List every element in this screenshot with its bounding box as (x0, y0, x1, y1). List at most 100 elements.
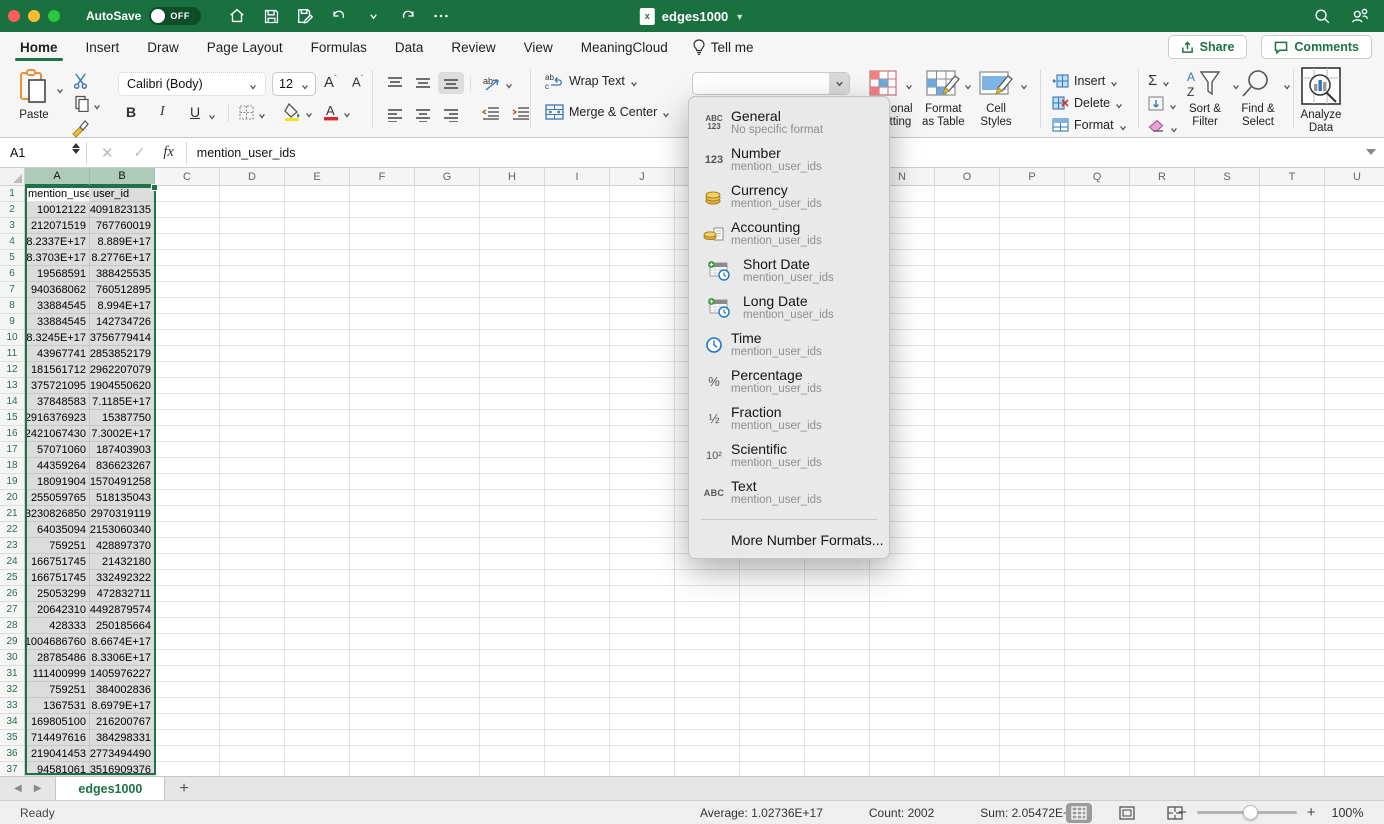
cell-I15[interactable] (545, 410, 610, 426)
cell-S2[interactable] (1195, 202, 1260, 218)
cell-K26[interactable] (675, 586, 740, 602)
column-header-E[interactable]: E (285, 168, 350, 186)
cell-P30[interactable] (1000, 650, 1065, 666)
cell-M35[interactable] (805, 730, 870, 746)
cell-G19[interactable] (415, 474, 480, 490)
home-icon[interactable] (227, 6, 247, 26)
cell-S5[interactable] (1195, 250, 1260, 266)
cell-A33[interactable]: 1367531 (25, 698, 90, 714)
cell-E34[interactable] (285, 714, 350, 730)
cell-D31[interactable] (220, 666, 285, 682)
cell-E37[interactable] (285, 762, 350, 776)
cell-G36[interactable] (415, 746, 480, 762)
cell-Q18[interactable] (1065, 458, 1130, 474)
cell-F18[interactable] (350, 458, 415, 474)
cell-P1[interactable] (1000, 186, 1065, 202)
cell-S14[interactable] (1195, 394, 1260, 410)
name-box[interactable]: A1 (0, 138, 86, 167)
cell-A35[interactable]: 714497616 (25, 730, 90, 746)
close-window-button[interactable] (8, 10, 20, 22)
cell-K28[interactable] (675, 618, 740, 634)
cell-P32[interactable] (1000, 682, 1065, 698)
cell-S32[interactable] (1195, 682, 1260, 698)
align-bottom-button[interactable] (438, 72, 464, 94)
cell-E16[interactable] (285, 426, 350, 442)
cell-B10[interactable]: 3756779414 (90, 330, 155, 346)
cell-C16[interactable] (155, 426, 220, 442)
cell-O5[interactable] (935, 250, 1000, 266)
confirm-entry-icon[interactable]: ✓ (134, 144, 146, 161)
cell-C2[interactable] (155, 202, 220, 218)
cell-U16[interactable] (1325, 426, 1384, 442)
decrease-indent-button[interactable] (482, 106, 500, 123)
cell-U1[interactable] (1325, 186, 1384, 202)
cell-O16[interactable] (935, 426, 1000, 442)
cell-G21[interactable] (415, 506, 480, 522)
add-sheet-button[interactable]: + (179, 780, 188, 798)
cell-B27[interactable]: 4492879574 (90, 602, 155, 618)
cell-Q16[interactable] (1065, 426, 1130, 442)
cell-G8[interactable] (415, 298, 480, 314)
font-name-select[interactable]: Calibri (Body) (118, 72, 266, 96)
cell-C12[interactable] (155, 362, 220, 378)
cell-S33[interactable] (1195, 698, 1260, 714)
cell-D16[interactable] (220, 426, 285, 442)
cell-A28[interactable]: 428333 (25, 618, 90, 634)
conditional-formatting-chevron-icon[interactable] (905, 80, 913, 88)
cell-J30[interactable] (610, 650, 675, 666)
cell-C7[interactable] (155, 282, 220, 298)
cell-R19[interactable] (1130, 474, 1195, 490)
cell-A34[interactable]: 169805100 (25, 714, 90, 730)
cell-N29[interactable] (870, 634, 935, 650)
cell-D36[interactable] (220, 746, 285, 762)
cell-U20[interactable] (1325, 490, 1384, 506)
cell-D34[interactable] (220, 714, 285, 730)
cell-G35[interactable] (415, 730, 480, 746)
cell-S18[interactable] (1195, 458, 1260, 474)
cell-O1[interactable] (935, 186, 1000, 202)
clear-chevron-icon[interactable] (1170, 123, 1178, 131)
cell-A7[interactable]: 940368062 (25, 282, 90, 298)
cell-T30[interactable] (1260, 650, 1325, 666)
fill-button[interactable] (1148, 96, 1177, 111)
insert-chevron-icon[interactable] (1110, 77, 1118, 85)
cell-U6[interactable] (1325, 266, 1384, 282)
underline-chevron-icon[interactable] (208, 110, 216, 118)
cell-P29[interactable] (1000, 634, 1065, 650)
cell-Q35[interactable] (1065, 730, 1130, 746)
save-icon[interactable] (261, 6, 281, 26)
cell-Q4[interactable] (1065, 234, 1130, 250)
cell-J8[interactable] (610, 298, 675, 314)
cell-B21[interactable]: 2970319119 (90, 506, 155, 522)
format-menu-item-short-date[interactable]: Short Datemention_user_ids (689, 252, 889, 289)
cell-O2[interactable] (935, 202, 1000, 218)
cell-S11[interactable] (1195, 346, 1260, 362)
cell-Q17[interactable] (1065, 442, 1130, 458)
cell-M31[interactable] (805, 666, 870, 682)
number-format-chevron-icon[interactable] (829, 73, 849, 94)
cell-R23[interactable] (1130, 538, 1195, 554)
cell-M27[interactable] (805, 602, 870, 618)
cell-B18[interactable]: 836623267 (90, 458, 155, 474)
cell-H14[interactable] (480, 394, 545, 410)
cell-Q25[interactable] (1065, 570, 1130, 586)
cell-D5[interactable] (220, 250, 285, 266)
cell-I14[interactable] (545, 394, 610, 410)
cell-Q1[interactable] (1065, 186, 1130, 202)
cell-A3[interactable]: 212071519 (25, 218, 90, 234)
document-title[interactable]: edges1000 (662, 9, 729, 24)
cell-B11[interactable]: 2853852179 (90, 346, 155, 362)
cell-R36[interactable] (1130, 746, 1195, 762)
cell-C18[interactable] (155, 458, 220, 474)
row-header-31[interactable]: 31 (0, 666, 25, 682)
title-chevron-icon[interactable]: ▼ (735, 12, 744, 22)
cell-A26[interactable]: 25053299 (25, 586, 90, 602)
column-header-J[interactable]: J (610, 168, 675, 186)
cell-O30[interactable] (935, 650, 1000, 666)
cell-O28[interactable] (935, 618, 1000, 634)
cell-S37[interactable] (1195, 762, 1260, 776)
cell-M37[interactable] (805, 762, 870, 776)
tell-me[interactable]: Tell me (692, 39, 754, 55)
cell-T22[interactable] (1260, 522, 1325, 538)
cell-G31[interactable] (415, 666, 480, 682)
